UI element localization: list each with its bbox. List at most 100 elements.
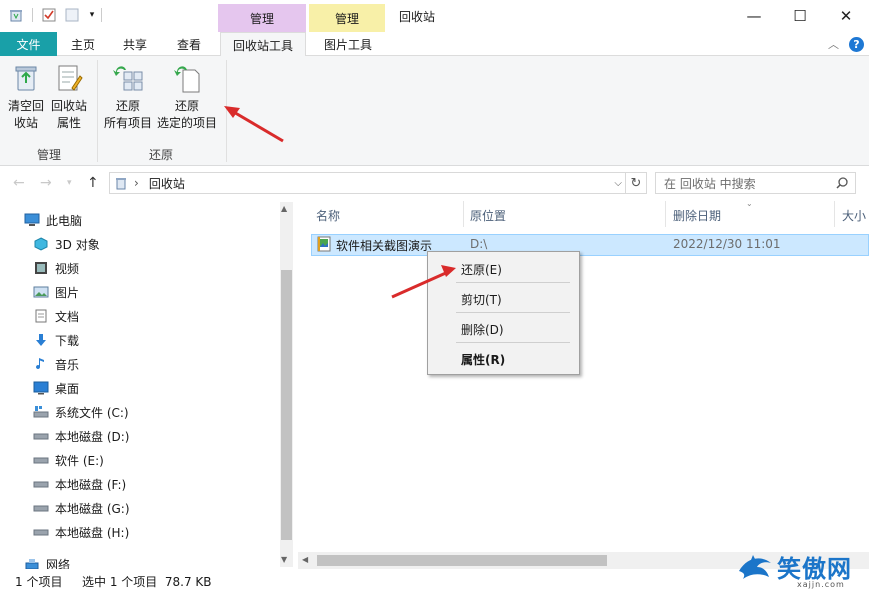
context-tab-header-manage-picture: 管理 [309, 4, 385, 32]
back-arrow-icon[interactable]: ← [13, 175, 25, 191]
nav-item-drive-h[interactable]: 本地磁盘 (H:) [33, 520, 129, 544]
scroll-down-chevron-icon[interactable]: ▼ [281, 555, 287, 564]
nav-item-label: 软件 (E:) [55, 453, 104, 468]
restore-selected-label-line2: 选定的项目 [156, 116, 217, 130]
pc-icon [24, 213, 40, 226]
drive-icon [33, 457, 49, 464]
tab-recycle-bin-tools[interactable]: 回收站工具 [220, 32, 306, 57]
up-arrow-icon[interactable]: ↑ [87, 175, 99, 191]
column-separator[interactable] [463, 201, 464, 227]
menu-separator [456, 312, 570, 313]
nav-item-label: 本地磁盘 (D:) [55, 429, 130, 444]
nav-item-label: 系统文件 (C:) [55, 405, 129, 420]
nav-item-label: 图片 [55, 285, 80, 300]
sort-indicator-icon: ⌄ [746, 199, 753, 208]
nav-item-drive-c[interactable]: 系统文件 (C:) [33, 400, 129, 424]
recent-locations-chevron-icon[interactable]: ▾ [67, 178, 72, 188]
nav-item-label: 3D 对象 [55, 237, 100, 252]
properties-check-icon[interactable] [41, 7, 57, 23]
divider [32, 8, 33, 22]
properties-label-line2: 属性 [56, 116, 81, 130]
empty-recycle-bin-label-line1: 清空回 [7, 99, 44, 113]
nav-item-label: 本地磁盘 (H:) [55, 525, 130, 540]
forward-arrow-icon[interactable]: → [40, 175, 52, 191]
ribbon-tab-row: 文件 主页 共享 查看 回收站工具 图片工具 ︿ ? [0, 32, 869, 57]
address-row: ← → ▾ ↑ › 回收站 ⌵ ↻ 在 回收站 中搜索 [0, 167, 869, 199]
column-separator[interactable] [665, 201, 666, 227]
nav-item-drive-g[interactable]: 本地磁盘 (G:) [33, 496, 130, 520]
nav-item-3d-objects[interactable]: 3D 对象 [33, 232, 100, 256]
title-bar: ▾ 管理 管理 回收站 — ☐ ✕ [0, 0, 869, 32]
ribbon-panel: 清空回 收站 回收站 属性 管理 还原 所有项目 还原 选定的项目 还原 [0, 56, 869, 166]
refresh-icon[interactable]: ↻ [626, 172, 647, 194]
file-original-location: D:\ [470, 237, 488, 251]
nav-item-drive-e[interactable]: 软件 (E:) [33, 448, 104, 472]
help-icon[interactable]: ? [849, 37, 864, 52]
nav-item-pictures[interactable]: 图片 [33, 280, 79, 304]
download-icon [36, 334, 46, 346]
nav-item-label: 本地磁盘 (G:) [55, 501, 130, 516]
recycle-bin-small-icon [116, 178, 126, 190]
recycle-bin-properties-button[interactable]: 回收站 属性 [48, 62, 90, 132]
nav-item-label: 下载 [55, 333, 80, 348]
minimize-button[interactable]: — [731, 0, 777, 32]
nav-item-desktop[interactable]: 桌面 [33, 376, 79, 400]
scroll-left-chevron-icon[interactable]: ◀ [302, 555, 308, 564]
menu-item-delete[interactable]: 删除(D) [461, 321, 504, 338]
tab-picture-tools[interactable]: 图片工具 [310, 32, 386, 56]
search-input[interactable]: 在 回收站 中搜索 [655, 172, 856, 194]
empty-recycle-bin-button[interactable]: 清空回 收站 [6, 62, 46, 132]
nav-item-this-pc[interactable]: 此电脑 [24, 208, 82, 232]
nav-item-music[interactable]: 音乐 [33, 352, 79, 376]
breadcrumb-separator-icon[interactable]: › [134, 176, 139, 190]
empty-recycle-bin-icon [15, 66, 37, 91]
address-bar[interactable]: › 回收站 ⌵ [109, 172, 626, 194]
horizontal-scroll-thumb[interactable] [317, 555, 607, 566]
tab-view[interactable]: 查看 [164, 32, 214, 56]
watermark-logo: 笑傲网 xajjn.com [735, 547, 869, 593]
documents-icon [35, 309, 47, 323]
file-date-deleted: 2022/12/30 11:01 [673, 237, 781, 251]
window-title: 回收站 [399, 10, 436, 24]
restore-all-items-button[interactable]: 还原 所有项目 [102, 62, 154, 132]
nav-item-drive-d[interactable]: 本地磁盘 (D:) [33, 424, 129, 448]
close-button[interactable]: ✕ [823, 0, 869, 32]
customize-toolbar-chevron-icon[interactable]: ▾ [84, 7, 100, 23]
maximize-button[interactable]: ☐ [777, 0, 823, 32]
recycle-bin-app-icon [8, 7, 24, 23]
nav-pane-scroll-thumb[interactable] [281, 270, 292, 540]
address-history-chevron-icon[interactable]: ⌵ [614, 178, 622, 189]
file-name[interactable]: 软件相关截图演示 [336, 237, 432, 254]
video-icon [35, 262, 47, 274]
nav-item-drive-f[interactable]: 本地磁盘 (F:) [33, 472, 126, 496]
menu-item-cut[interactable]: 剪切(T) [461, 291, 502, 308]
column-header-date-deleted[interactable]: 删除日期 [673, 207, 721, 224]
desktop-icon [33, 381, 49, 395]
nav-item-downloads[interactable]: 下载 [33, 328, 79, 352]
column-header-original-location[interactable]: 原位置 [470, 207, 506, 224]
properties-icon [58, 65, 83, 91]
tab-file[interactable]: 文件 [0, 32, 57, 56]
breadcrumb-recycle-bin[interactable]: 回收站 [149, 175, 185, 192]
column-separator[interactable] [834, 201, 835, 227]
drive-icon [33, 529, 49, 536]
column-header-name[interactable]: 名称 [316, 207, 340, 224]
collapse-ribbon-chevron-icon[interactable]: ︿ [828, 36, 839, 52]
restore-all-label-line2: 所有项目 [103, 116, 152, 130]
group-label-restore: 还原 [149, 148, 174, 162]
scroll-up-chevron-icon[interactable]: ▲ [281, 204, 287, 213]
nav-item-documents[interactable]: 文档 [33, 304, 79, 328]
context-menu: 还原(E) 剪切(T) 删除(D) 属性(R) [427, 251, 580, 375]
restore-selected-items-button[interactable]: 还原 选定的项目 [155, 62, 219, 132]
new-folder-icon[interactable] [64, 7, 80, 23]
menu-separator [456, 282, 570, 283]
nav-item-label: 文档 [55, 309, 80, 324]
tab-share[interactable]: 共享 [110, 32, 160, 56]
menu-item-properties[interactable]: 属性(R) [461, 351, 505, 368]
tab-home[interactable]: 主页 [58, 32, 108, 56]
restore-all-label-line1: 还原 [115, 99, 140, 113]
shark-logo-icon [739, 555, 771, 579]
nav-item-videos[interactable]: 视频 [33, 256, 79, 280]
menu-item-restore[interactable]: 还原(E) [461, 261, 502, 278]
column-header-size[interactable]: 大小 [842, 207, 866, 224]
